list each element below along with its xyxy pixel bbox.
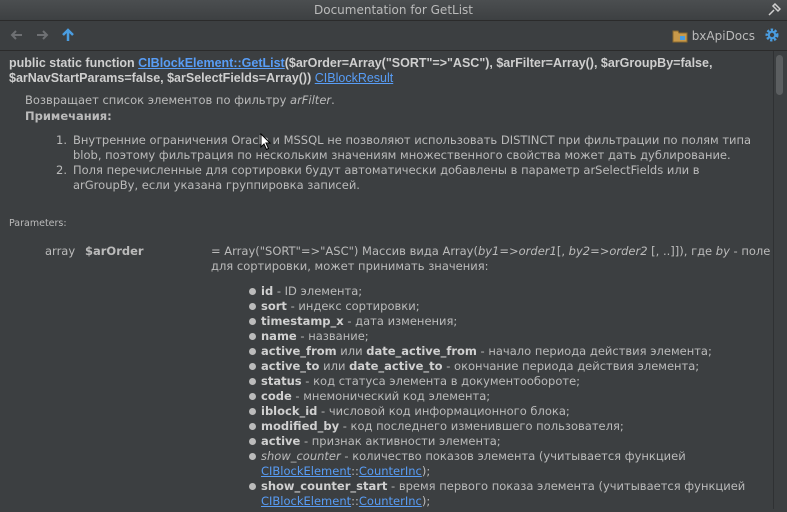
title-bar: Documentation for GetList (0, 0, 787, 21)
list-item: active_from или date_active_from - начал… (249, 344, 769, 359)
list-item: id - ID элемента; (249, 284, 769, 299)
list-item: sort - индекс сортировки; (249, 299, 769, 314)
list-item: 2. Поля перечисленные для сортировки буду… (56, 163, 700, 192)
param-description: = Array("SORT"=>"ASC") Массив вида Array… (211, 244, 771, 273)
param-name: $arOrder (85, 244, 144, 258)
bullet-icon (249, 363, 256, 370)
bullet-icon (249, 333, 256, 340)
fields-list: id - ID элемента; sort - индекс сортиров… (249, 284, 769, 509)
function-link[interactable]: CounterInc (359, 494, 422, 508)
bullet-icon (249, 453, 256, 460)
mouse-cursor-icon (260, 133, 272, 151)
method-description: Возвращает список элементов по фильтру a… (25, 93, 335, 107)
notes-heading: Примечания: (25, 109, 112, 123)
bullet-icon (249, 483, 256, 490)
list-item: code - мнемонический код элемента; (249, 389, 769, 404)
toolbar: bxApiDocs (0, 21, 787, 51)
bullet-icon (249, 438, 256, 445)
list-item: active_to или date_active_to - окончание… (249, 359, 769, 374)
pin-icon[interactable] (767, 3, 781, 17)
filter-param: arFilter (290, 93, 332, 107)
module-label: bxApiDocs (691, 29, 755, 43)
window-title: Documentation for GetList (314, 3, 473, 17)
scrollbar-thumb[interactable] (776, 55, 783, 95)
return-type-link[interactable]: CIBlockResult (315, 71, 394, 85)
vertical-scrollbar[interactable] (773, 51, 786, 509)
list-item: modified_by - код последнего изменившего… (249, 419, 769, 434)
function-link[interactable]: CounterInc (359, 464, 422, 478)
gear-icon[interactable] (764, 27, 780, 43)
bullet-icon (249, 318, 256, 325)
bullet-icon (249, 408, 256, 415)
list-item: show_counter_start - время первого показ… (249, 479, 769, 509)
class-link[interactable]: CIBlockElement (261, 464, 351, 478)
param-type: array (45, 244, 76, 258)
back-arrow-icon[interactable] (9, 27, 25, 43)
signature-prefix: public static function (9, 56, 139, 70)
bullet-icon (249, 288, 256, 295)
bullet-icon (249, 423, 256, 430)
method-signature: public static function CIBlockElement::G… (9, 56, 769, 86)
list-item: status - код статуса элемента в документ… (249, 374, 769, 389)
bullet-icon (249, 303, 256, 310)
method-link[interactable]: CIBlockElement::GetList (138, 56, 285, 70)
module-selector[interactable]: bxApiDocs (672, 27, 755, 45)
notes-list: 1. Внутренние ограничения Oracle и MSSQL … (56, 133, 756, 193)
bullet-icon (249, 348, 256, 355)
parameters-label: Parameters: (9, 218, 67, 229)
list-item: name - название; (249, 329, 769, 344)
forward-arrow-icon[interactable] (34, 27, 50, 43)
bullet-icon (249, 378, 256, 385)
documentation-content: public static function CIBlockElement::G… (0, 51, 772, 509)
list-item: iblock_id - числовой код информационного… (249, 404, 769, 419)
list-item: timestamp_x - дата изменения; (249, 314, 769, 329)
list-item: active - признак активности элемента; (249, 434, 769, 449)
folder-icon (672, 30, 688, 43)
list-item: show_counter - количество показов элемен… (249, 449, 769, 479)
class-link[interactable]: CIBlockElement (261, 494, 351, 508)
list-item: 1. Внутренние ограничения Oracle и MSSQL … (56, 133, 752, 162)
up-arrow-icon[interactable] (60, 27, 76, 43)
bullet-icon (249, 393, 256, 400)
